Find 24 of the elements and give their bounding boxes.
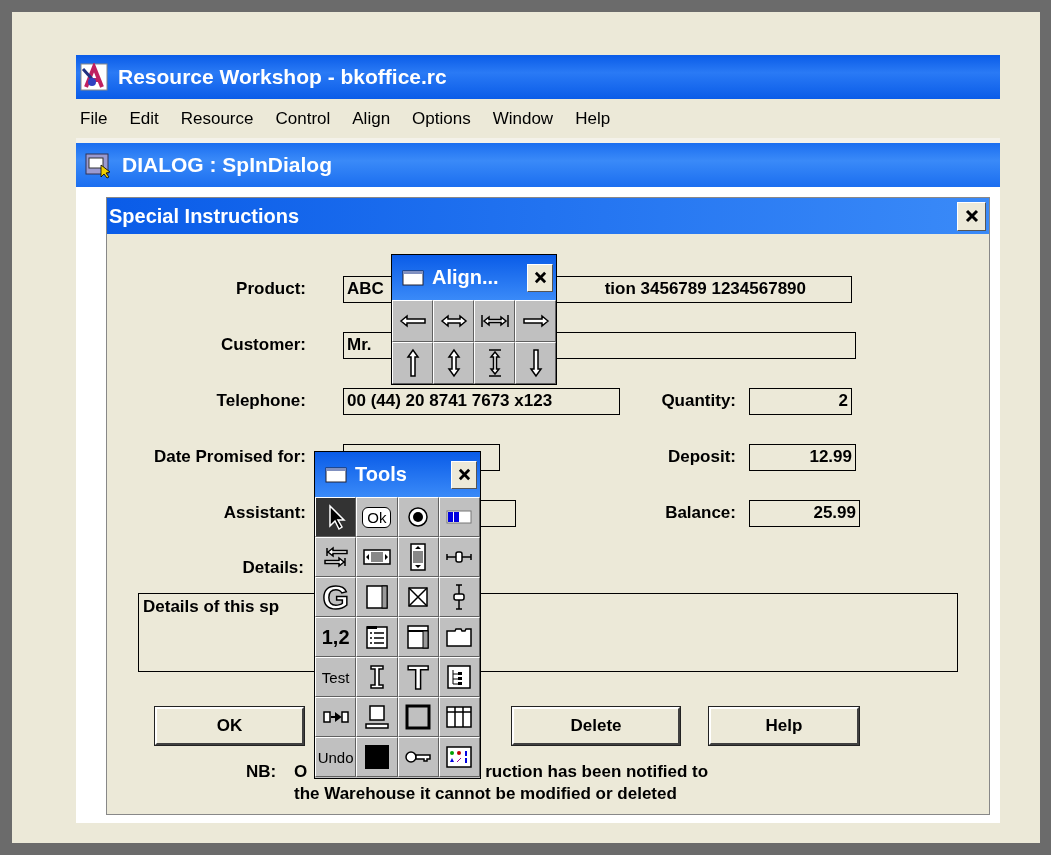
- field-label: Deposit:: [667, 447, 736, 467]
- field-label: Customer:: [220, 335, 306, 355]
- child-window-title: DIALOG : SpInDialog: [122, 153, 332, 177]
- field-label: Assistant:: [222, 503, 306, 523]
- note-text: O: [294, 761, 308, 783]
- field-value: ABC: [347, 279, 384, 299]
- window-title: Resource Workshop - bkoffice.rc: [118, 65, 447, 89]
- note-text: the Warehouse it cannot be modified or deleted: [294, 783, 678, 805]
- field-label: Quantity:: [660, 391, 736, 411]
- tool-label: Undo: [317, 748, 354, 766]
- field-value: Mr.: [347, 335, 372, 355]
- field-label: Date Promised for:: [152, 447, 306, 467]
- tool-label: Ok: [362, 506, 392, 528]
- field-value: 00 (44) 20 8741 7673 x123: [347, 391, 553, 411]
- field-label: Product:: [235, 279, 306, 299]
- field-label: Telephone:: [215, 391, 306, 411]
- field-value: tion 3456789 1234567890: [604, 279, 806, 299]
- note-text: ruction has been notified to: [485, 761, 709, 783]
- palette-title: Tools: [355, 463, 408, 486]
- tool-label: 1,2: [321, 625, 350, 649]
- note-label: NB:: [246, 761, 278, 783]
- field-label: Details:: [241, 558, 304, 578]
- dialog-title: Special Instructions: [109, 204, 300, 228]
- field-label: Balance:: [664, 503, 736, 523]
